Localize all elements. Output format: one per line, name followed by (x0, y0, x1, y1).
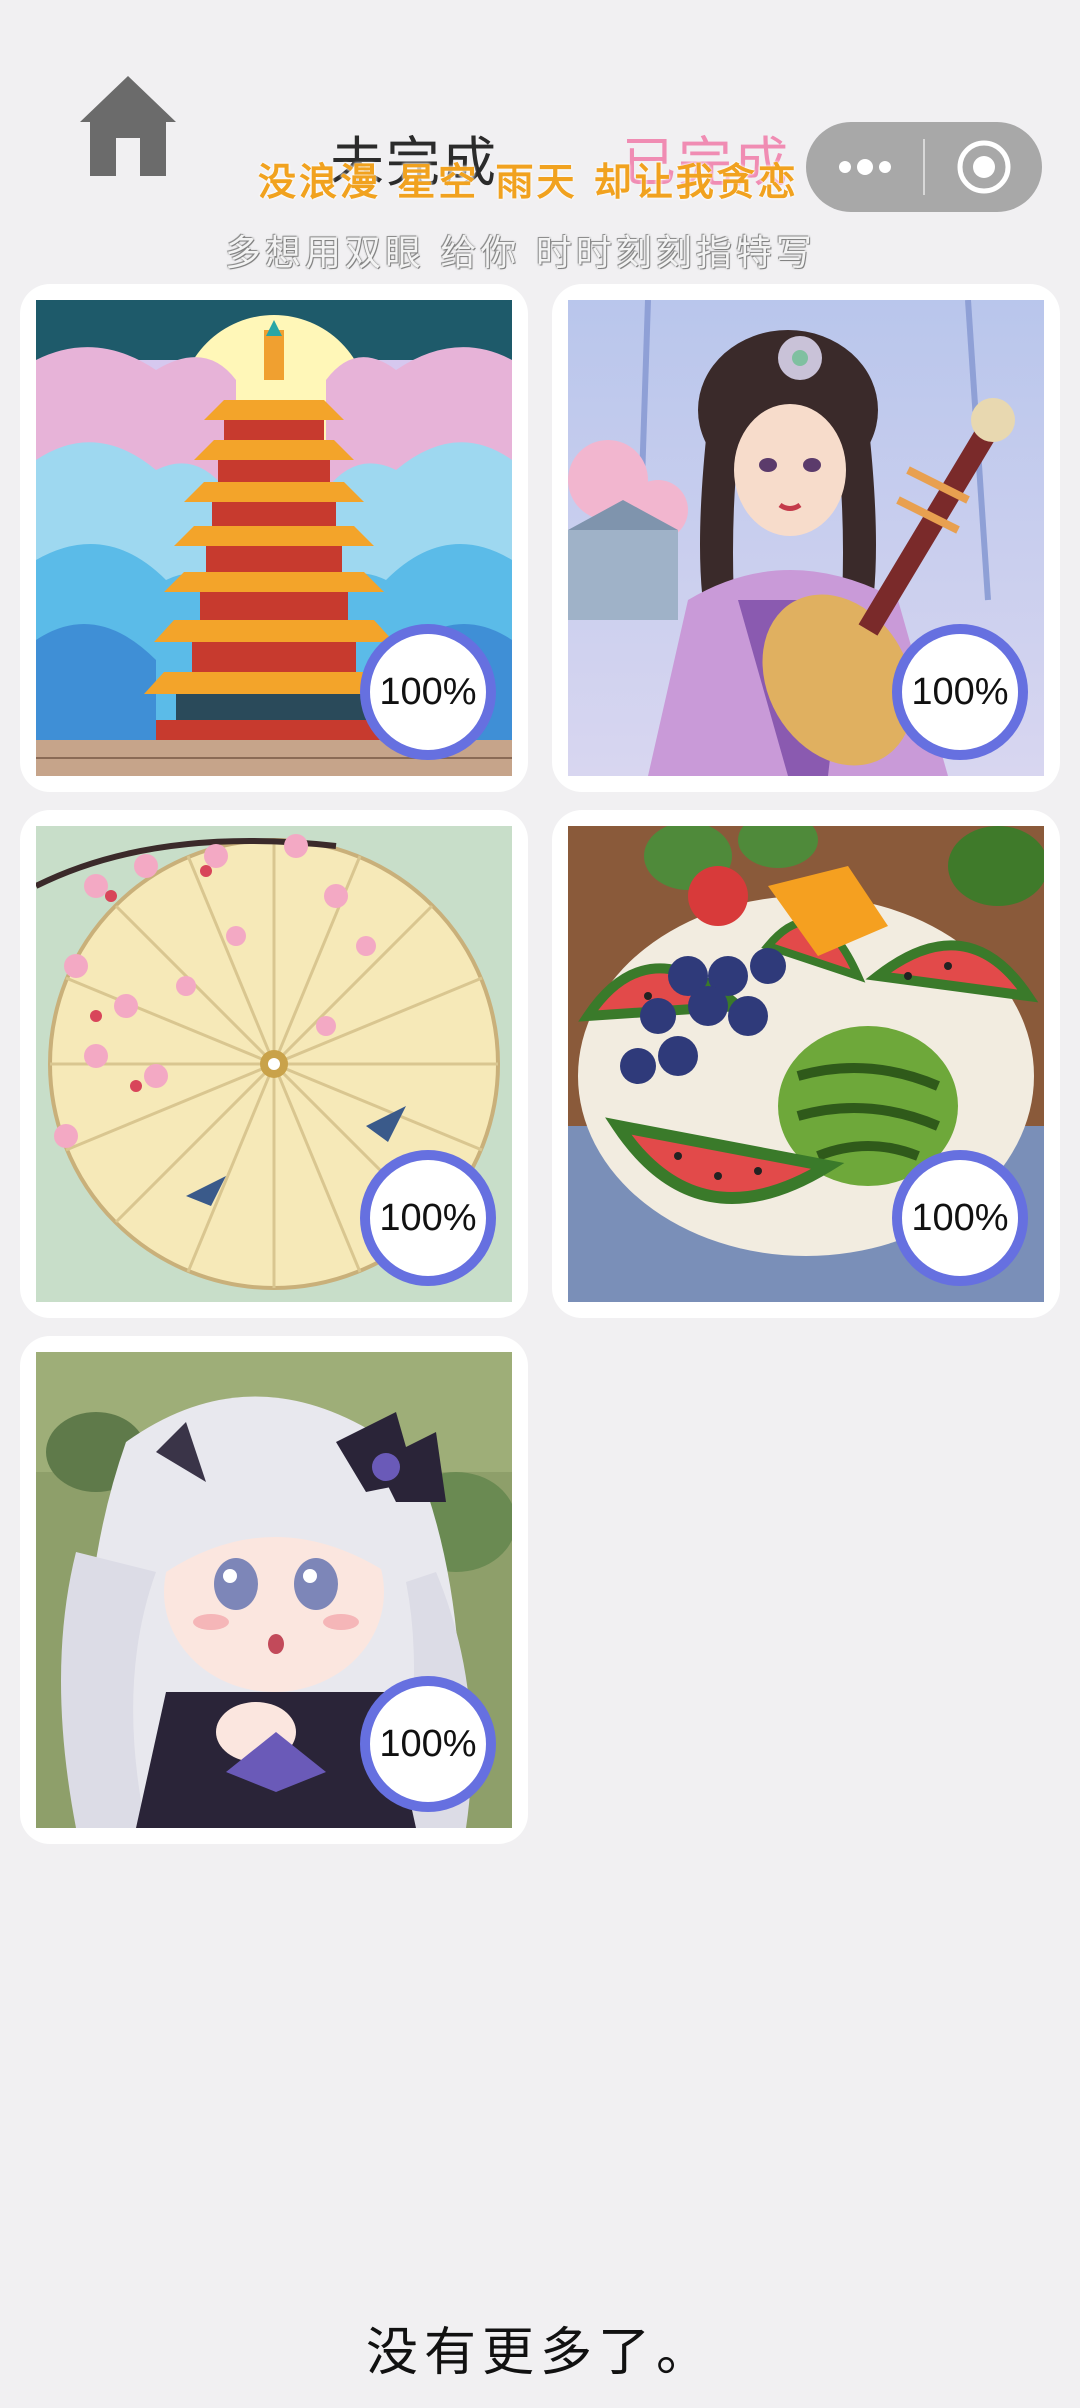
progress-badge: 100% (892, 624, 1028, 760)
progress-badge: 100% (360, 1676, 496, 1812)
slogan-line-2: 多想用双眼 给你 时时刻刻指特写 (225, 233, 816, 274)
progress-badge: 100% (360, 1150, 496, 1286)
progress-badge: 100% (892, 1150, 1028, 1286)
end-of-list-message: 没有更多了。 (365, 2323, 714, 2383)
more-dots-icon (838, 159, 891, 175)
slogan-line-1: 没浪漫 星空 雨天 却让我贪恋 (258, 159, 799, 204)
artwork-card-pipa-lady[interactable]: 100% (552, 284, 1060, 792)
artwork-card-paper-umbrella[interactable]: 100% (20, 810, 528, 1318)
artwork-card-pagoda[interactable]: 100% (20, 284, 528, 792)
target-circle-icon (957, 140, 1010, 194)
artwork-card-anime-girl[interactable]: 100% (20, 1336, 528, 1844)
artwork-card-fruit-plate[interactable]: 100% (552, 810, 1060, 1318)
close-mini-program-button[interactable] (925, 122, 1042, 212)
progress-badge: 100% (360, 624, 496, 760)
screen: 未完成 已完成 没浪漫 星空 雨天 却让我贪恋 多想用双眼 给你 时时刻刻指特写 (0, 0, 1080, 2408)
mini-program-capsule (806, 122, 1042, 212)
home-button[interactable] (76, 72, 180, 180)
more-button[interactable] (806, 122, 923, 212)
home-icon (80, 76, 176, 176)
